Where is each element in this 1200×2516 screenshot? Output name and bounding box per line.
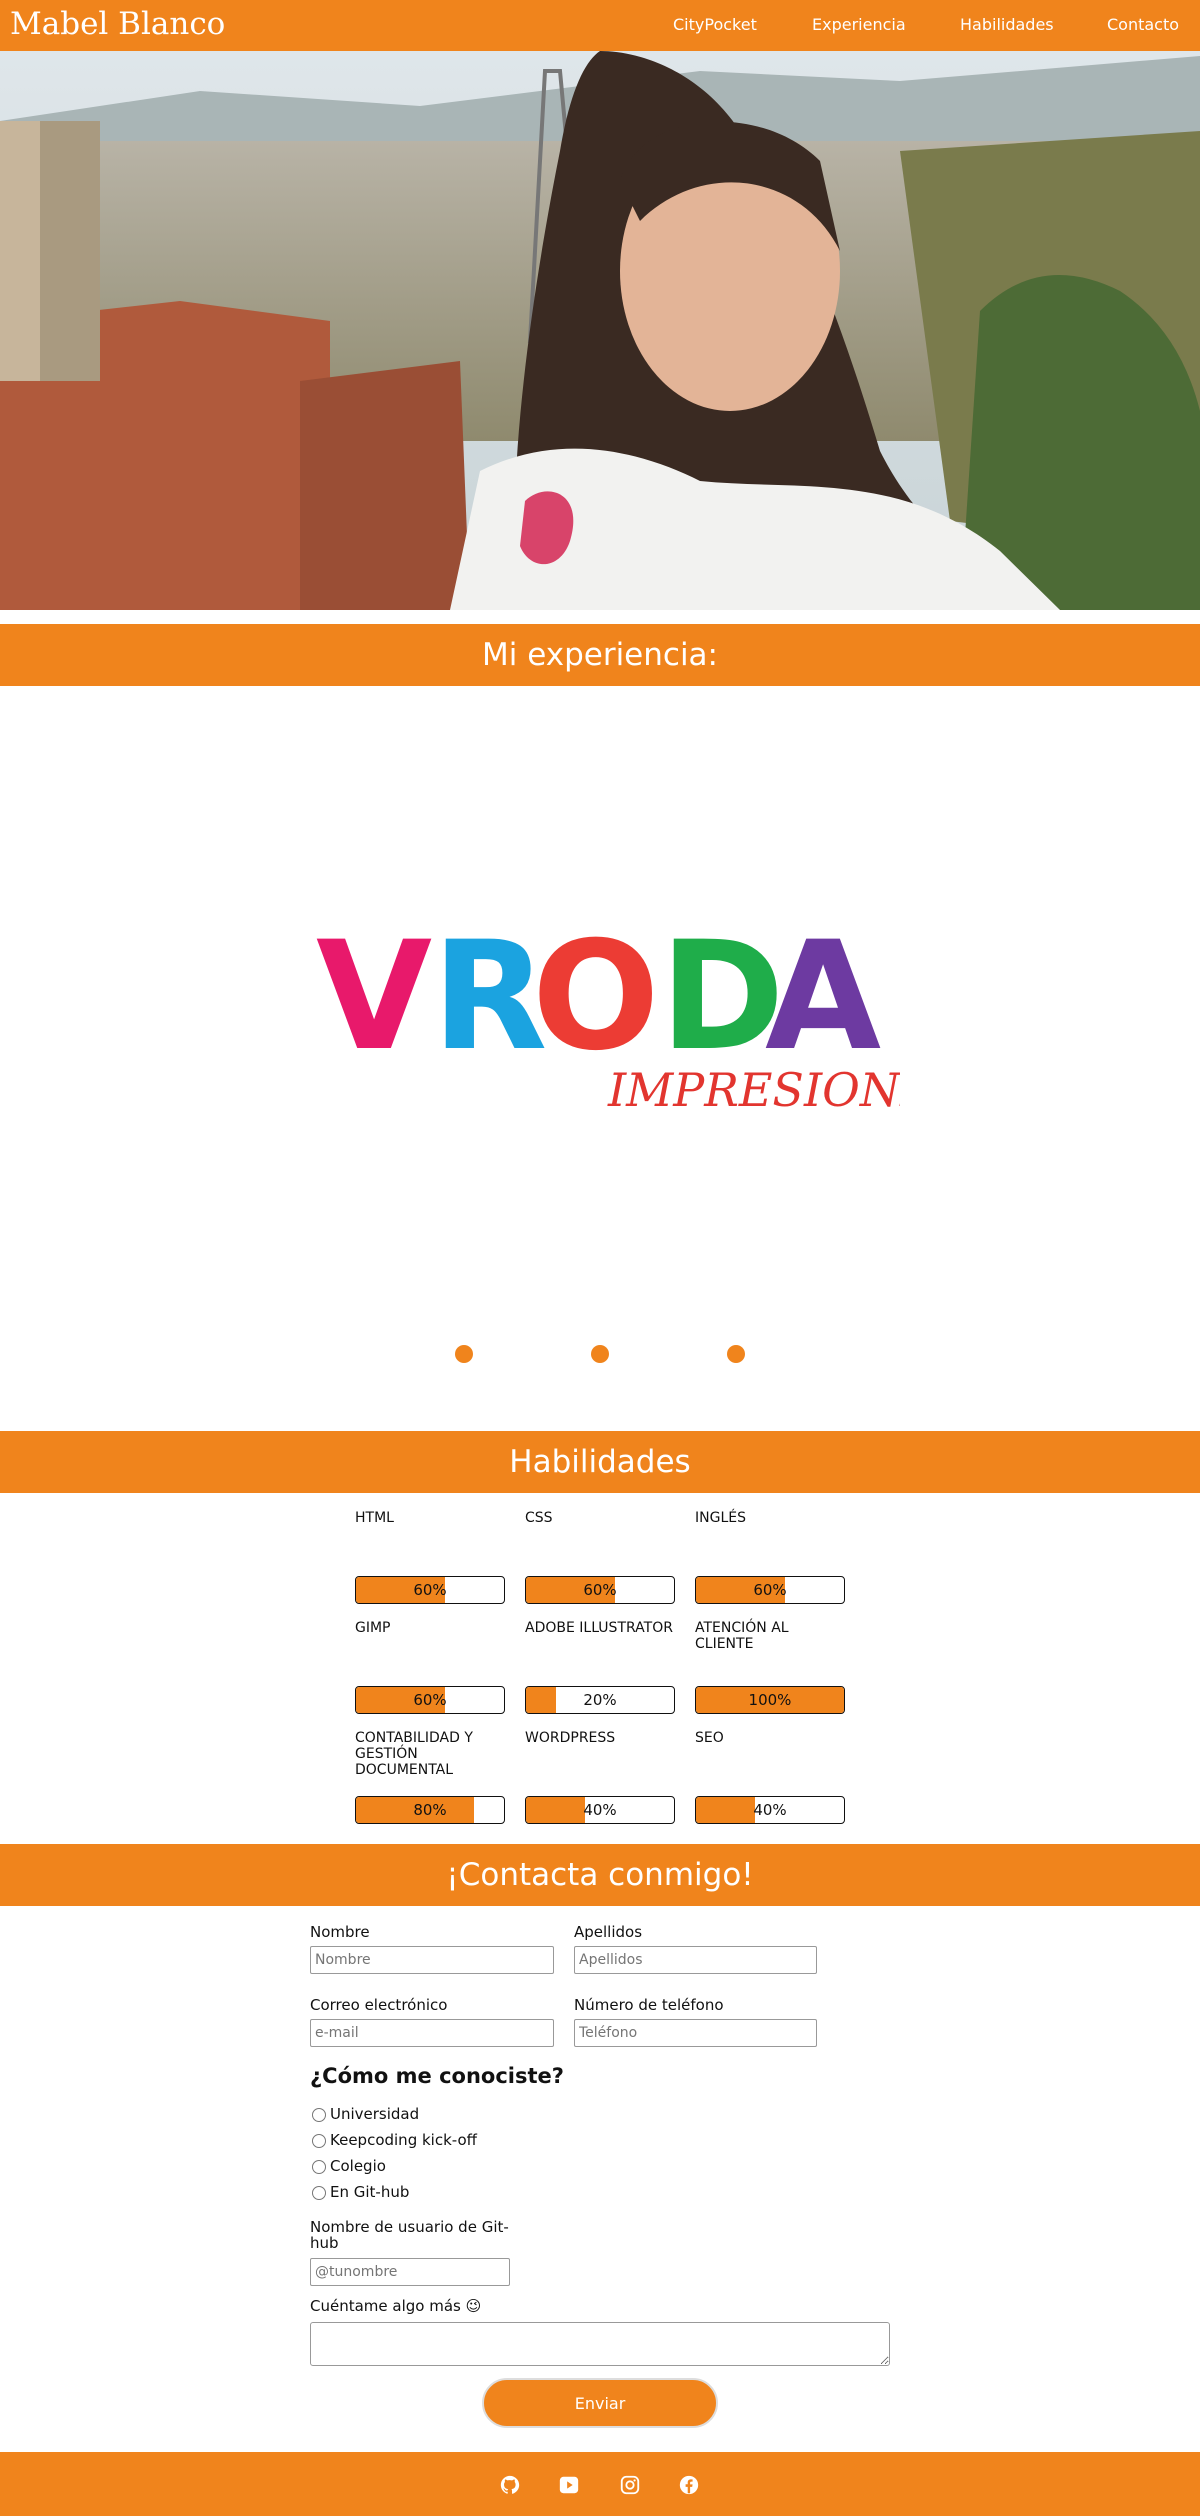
skill-percent: 80%	[413, 1801, 447, 1819]
skill-card: CSS 60%	[525, 1510, 677, 1604]
skill-bar: 60%	[525, 1576, 675, 1604]
radio-label: Colegio	[330, 2157, 386, 2175]
skill-bar: 60%	[355, 1576, 505, 1604]
phone-label: Número de teléfono	[574, 1996, 724, 2014]
skill-name: GIMP	[355, 1620, 391, 1636]
skill-bar: 40%	[525, 1796, 675, 1824]
radio-universidad[interactable]	[312, 2107, 326, 2122]
logo-subtitle: IMPRESIONES	[607, 1063, 900, 1117]
apellidos-input[interactable]	[574, 1946, 817, 1974]
logo-letter-o: O	[532, 910, 660, 1084]
skill-bar: 60%	[355, 1686, 505, 1714]
instagram-icon[interactable]	[619, 2474, 641, 2496]
carousel-dot-3[interactable]	[727, 1345, 745, 1363]
carousel-dot-2[interactable]	[591, 1345, 609, 1363]
skill-name: WORDPRESS	[525, 1730, 616, 1746]
experience-title: Mi experiencia:	[0, 624, 1200, 686]
radio-option[interactable]: Colegio	[312, 2157, 386, 2175]
skill-card: SEO 40%	[695, 1730, 847, 1824]
skill-bar: 60%	[695, 1576, 845, 1604]
skill-percent: 40%	[583, 1801, 617, 1819]
more-textarea[interactable]	[310, 2322, 890, 2366]
skill-bar: 100%	[695, 1686, 845, 1714]
logo-letter-a: A	[765, 910, 881, 1084]
radio-label: Keepcoding kick-off	[330, 2131, 477, 2149]
skill-card: CONTABILIDAD Y GESTIÓN DOCUMENTAL 80%	[355, 1730, 507, 1824]
github-icon[interactable]	[499, 2474, 521, 2496]
skill-bar: 40%	[695, 1796, 845, 1824]
radio-keepcoding[interactable]	[312, 2133, 326, 2148]
skill-percent: 60%	[753, 1581, 787, 1599]
how-title: ¿Cómo me conociste?	[310, 2064, 564, 2088]
email-input[interactable]	[310, 2019, 554, 2047]
skill-card: HTML 60%	[355, 1510, 507, 1604]
skill-percent: 60%	[583, 1581, 617, 1599]
skill-name: CONTABILIDAD Y GESTIÓN DOCUMENTAL	[355, 1730, 473, 1778]
nombre-label: Nombre	[310, 1923, 370, 1941]
youtube-icon[interactable]	[558, 2474, 580, 2496]
skill-card: INGLÉS 60%	[695, 1510, 847, 1604]
contact-title: ¡Contacta conmigo!	[0, 1844, 1200, 1906]
email-label: Correo electrónico	[310, 1996, 448, 2014]
skill-card: ADOBE ILLUSTRATOR 20%	[525, 1620, 677, 1714]
github-input[interactable]	[310, 2258, 510, 2286]
radio-option[interactable]: En Git-hub	[312, 2183, 409, 2201]
skill-card: ATENCIÓN AL CLIENTE 100%	[695, 1620, 847, 1714]
top-navbar: Mabel Blanco CityPocket Experiencia Habi…	[0, 0, 1200, 51]
skill-percent: 60%	[413, 1581, 447, 1599]
hero-photo	[0, 51, 1200, 610]
logo-letter-r: R	[432, 910, 548, 1084]
skill-percent: 100%	[748, 1691, 792, 1709]
skills-title: Habilidades	[0, 1431, 1200, 1493]
radio-github[interactable]	[312, 2185, 326, 2200]
footer	[0, 2452, 1200, 2516]
more-label: Cuéntame algo más 😉	[310, 2297, 482, 2315]
skill-bar: 20%	[525, 1686, 675, 1714]
skill-name: INGLÉS	[695, 1510, 746, 1526]
apellidos-label: Apellidos	[574, 1923, 643, 1941]
skill-bar: 80%	[355, 1796, 505, 1824]
skill-name: CSS	[525, 1510, 553, 1526]
skill-percent: 40%	[753, 1801, 787, 1819]
radio-label: En Git-hub	[330, 2183, 410, 2201]
vroda-logo[interactable]: V R O D A IMPRESIONES	[300, 900, 965, 1130]
facebook-icon[interactable]	[678, 2474, 700, 2496]
nav-citypocket[interactable]: CityPocket	[673, 15, 757, 34]
radio-colegio[interactable]	[312, 2159, 326, 2174]
site-brand[interactable]: Mabel Blanco	[10, 6, 225, 42]
radio-option[interactable]: Universidad	[312, 2105, 419, 2123]
skill-name: HTML	[355, 1510, 394, 1526]
skill-name: SEO	[695, 1730, 724, 1746]
skill-name: ADOBE ILLUSTRATOR	[525, 1620, 673, 1636]
send-button[interactable]: Enviar	[482, 2378, 718, 2428]
skill-card: WORDPRESS 40%	[525, 1730, 677, 1824]
skill-name: ATENCIÓN AL CLIENTE	[695, 1620, 789, 1652]
radio-label: Universidad	[330, 2105, 420, 2123]
nav-contacto[interactable]: Contacto	[1107, 15, 1179, 34]
skill-percent: 20%	[583, 1691, 617, 1709]
nombre-input[interactable]	[310, 1946, 554, 1974]
github-label: Nombre de usuario de Git-hub	[310, 2218, 509, 2252]
nav-experiencia[interactable]: Experiencia	[812, 15, 906, 34]
radio-option[interactable]: Keepcoding kick-off	[312, 2131, 477, 2149]
phone-input[interactable]	[574, 2019, 817, 2047]
carousel-dot-1[interactable]	[455, 1345, 473, 1363]
skill-card: GIMP 60%	[355, 1620, 507, 1714]
logo-letter-v: V	[316, 910, 432, 1084]
nav-habilidades[interactable]: Habilidades	[960, 15, 1054, 34]
skill-percent: 60%	[413, 1691, 447, 1709]
